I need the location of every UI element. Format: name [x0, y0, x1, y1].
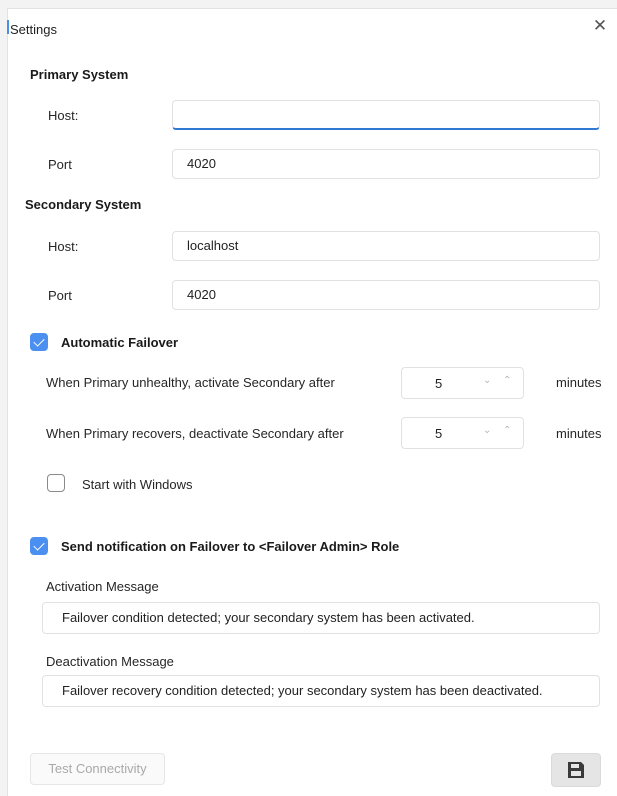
chevron-up-icon[interactable]: ⌃: [503, 375, 511, 386]
secondary-host-label: Host:: [48, 239, 79, 254]
activate-delay-unit: minutes: [556, 375, 602, 390]
secondary-port-label: Port: [48, 288, 72, 303]
chevron-down-icon[interactable]: ⌄: [483, 375, 491, 386]
send-notification-checkbox[interactable]: [30, 537, 48, 555]
primary-host-input[interactable]: [172, 100, 600, 130]
deactivate-delay-label: When Primary recovers, deactivate Second…: [46, 426, 344, 441]
primary-host-label: Host:: [48, 108, 79, 123]
deactivate-delay-value: 5: [435, 426, 443, 441]
activation-message-field[interactable]: Failover condition detected; your second…: [42, 602, 600, 634]
floppy-disk-icon: [568, 762, 584, 778]
primary-system-heading: Primary System: [30, 67, 129, 82]
send-notification-label: Send notification on Failover to <Failov…: [61, 539, 400, 554]
activate-delay-label: When Primary unhealthy, activate Seconda…: [46, 375, 335, 390]
secondary-system-heading: Secondary System: [25, 197, 142, 212]
activation-message-label: Activation Message: [46, 579, 159, 594]
chevron-up-icon[interactable]: ⌃: [503, 425, 511, 436]
primary-port-label: Port: [48, 157, 72, 172]
start-with-windows-checkbox[interactable]: [47, 474, 65, 492]
close-icon[interactable]: ✕: [591, 17, 609, 35]
automatic-failover-checkbox[interactable]: [30, 333, 48, 351]
dialog-title: Settings: [10, 22, 57, 37]
deactivate-delay-stepper[interactable]: 5 ⌄ ⌃: [401, 417, 524, 449]
start-with-windows-label: Start with Windows: [82, 477, 193, 492]
secondary-host-input[interactable]: localhost: [172, 231, 600, 261]
save-button[interactable]: [551, 753, 601, 787]
primary-port-input[interactable]: 4020: [172, 149, 600, 179]
activate-delay-stepper[interactable]: 5 ⌄ ⌃: [401, 367, 524, 399]
window-accent-edge: [7, 20, 9, 34]
deactivate-delay-unit: minutes: [556, 426, 602, 441]
secondary-port-input[interactable]: 4020: [172, 280, 600, 310]
test-connectivity-button[interactable]: Test Connectivity: [30, 753, 165, 785]
deactivation-message-label: Deactivation Message: [46, 654, 174, 669]
activate-delay-value: 5: [435, 376, 443, 391]
deactivation-message-field[interactable]: Failover recovery condition detected; yo…: [42, 675, 600, 707]
automatic-failover-label: Automatic Failover: [61, 335, 179, 350]
chevron-down-icon[interactable]: ⌄: [483, 425, 491, 436]
